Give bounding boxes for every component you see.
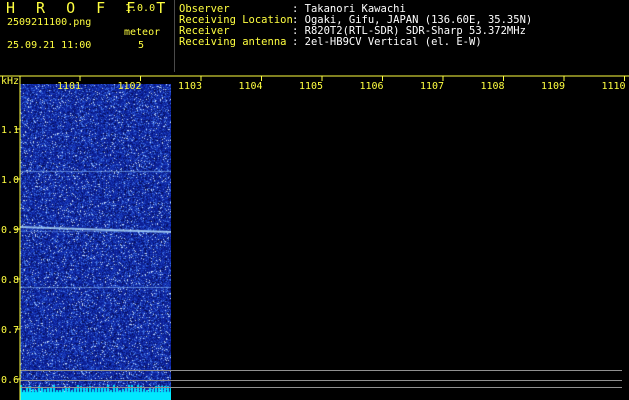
x-tick-label: 1110: [602, 81, 626, 92]
x-tick-label: 1103: [178, 81, 202, 92]
y-tick-label: 0.6: [1, 375, 19, 386]
y-tick-label: 0.9: [1, 225, 19, 236]
y-unit-label: kHz: [1, 76, 19, 87]
x-tick-label: 1106: [360, 81, 384, 92]
x-tick-label: 1109: [541, 81, 565, 92]
x-tick-label: 1108: [481, 81, 505, 92]
x-tick-label: 1107: [420, 81, 444, 92]
x-tick-label: 1104: [239, 81, 263, 92]
x-tick-label: 1102: [118, 81, 142, 92]
x-tick-label: 1105: [299, 81, 323, 92]
y-tick-label: 0.8: [1, 275, 19, 286]
y-tick-label: 1.0: [1, 175, 19, 186]
frequency-axis: kHz 1101 1102 1103 1104 1105 1106 1107 1108 1109…: [0, 75, 629, 400]
x-tick-label: 1101: [57, 81, 81, 92]
y-tick-label: 0.7: [1, 325, 19, 336]
y-tick-label: 1.1: [1, 125, 19, 136]
